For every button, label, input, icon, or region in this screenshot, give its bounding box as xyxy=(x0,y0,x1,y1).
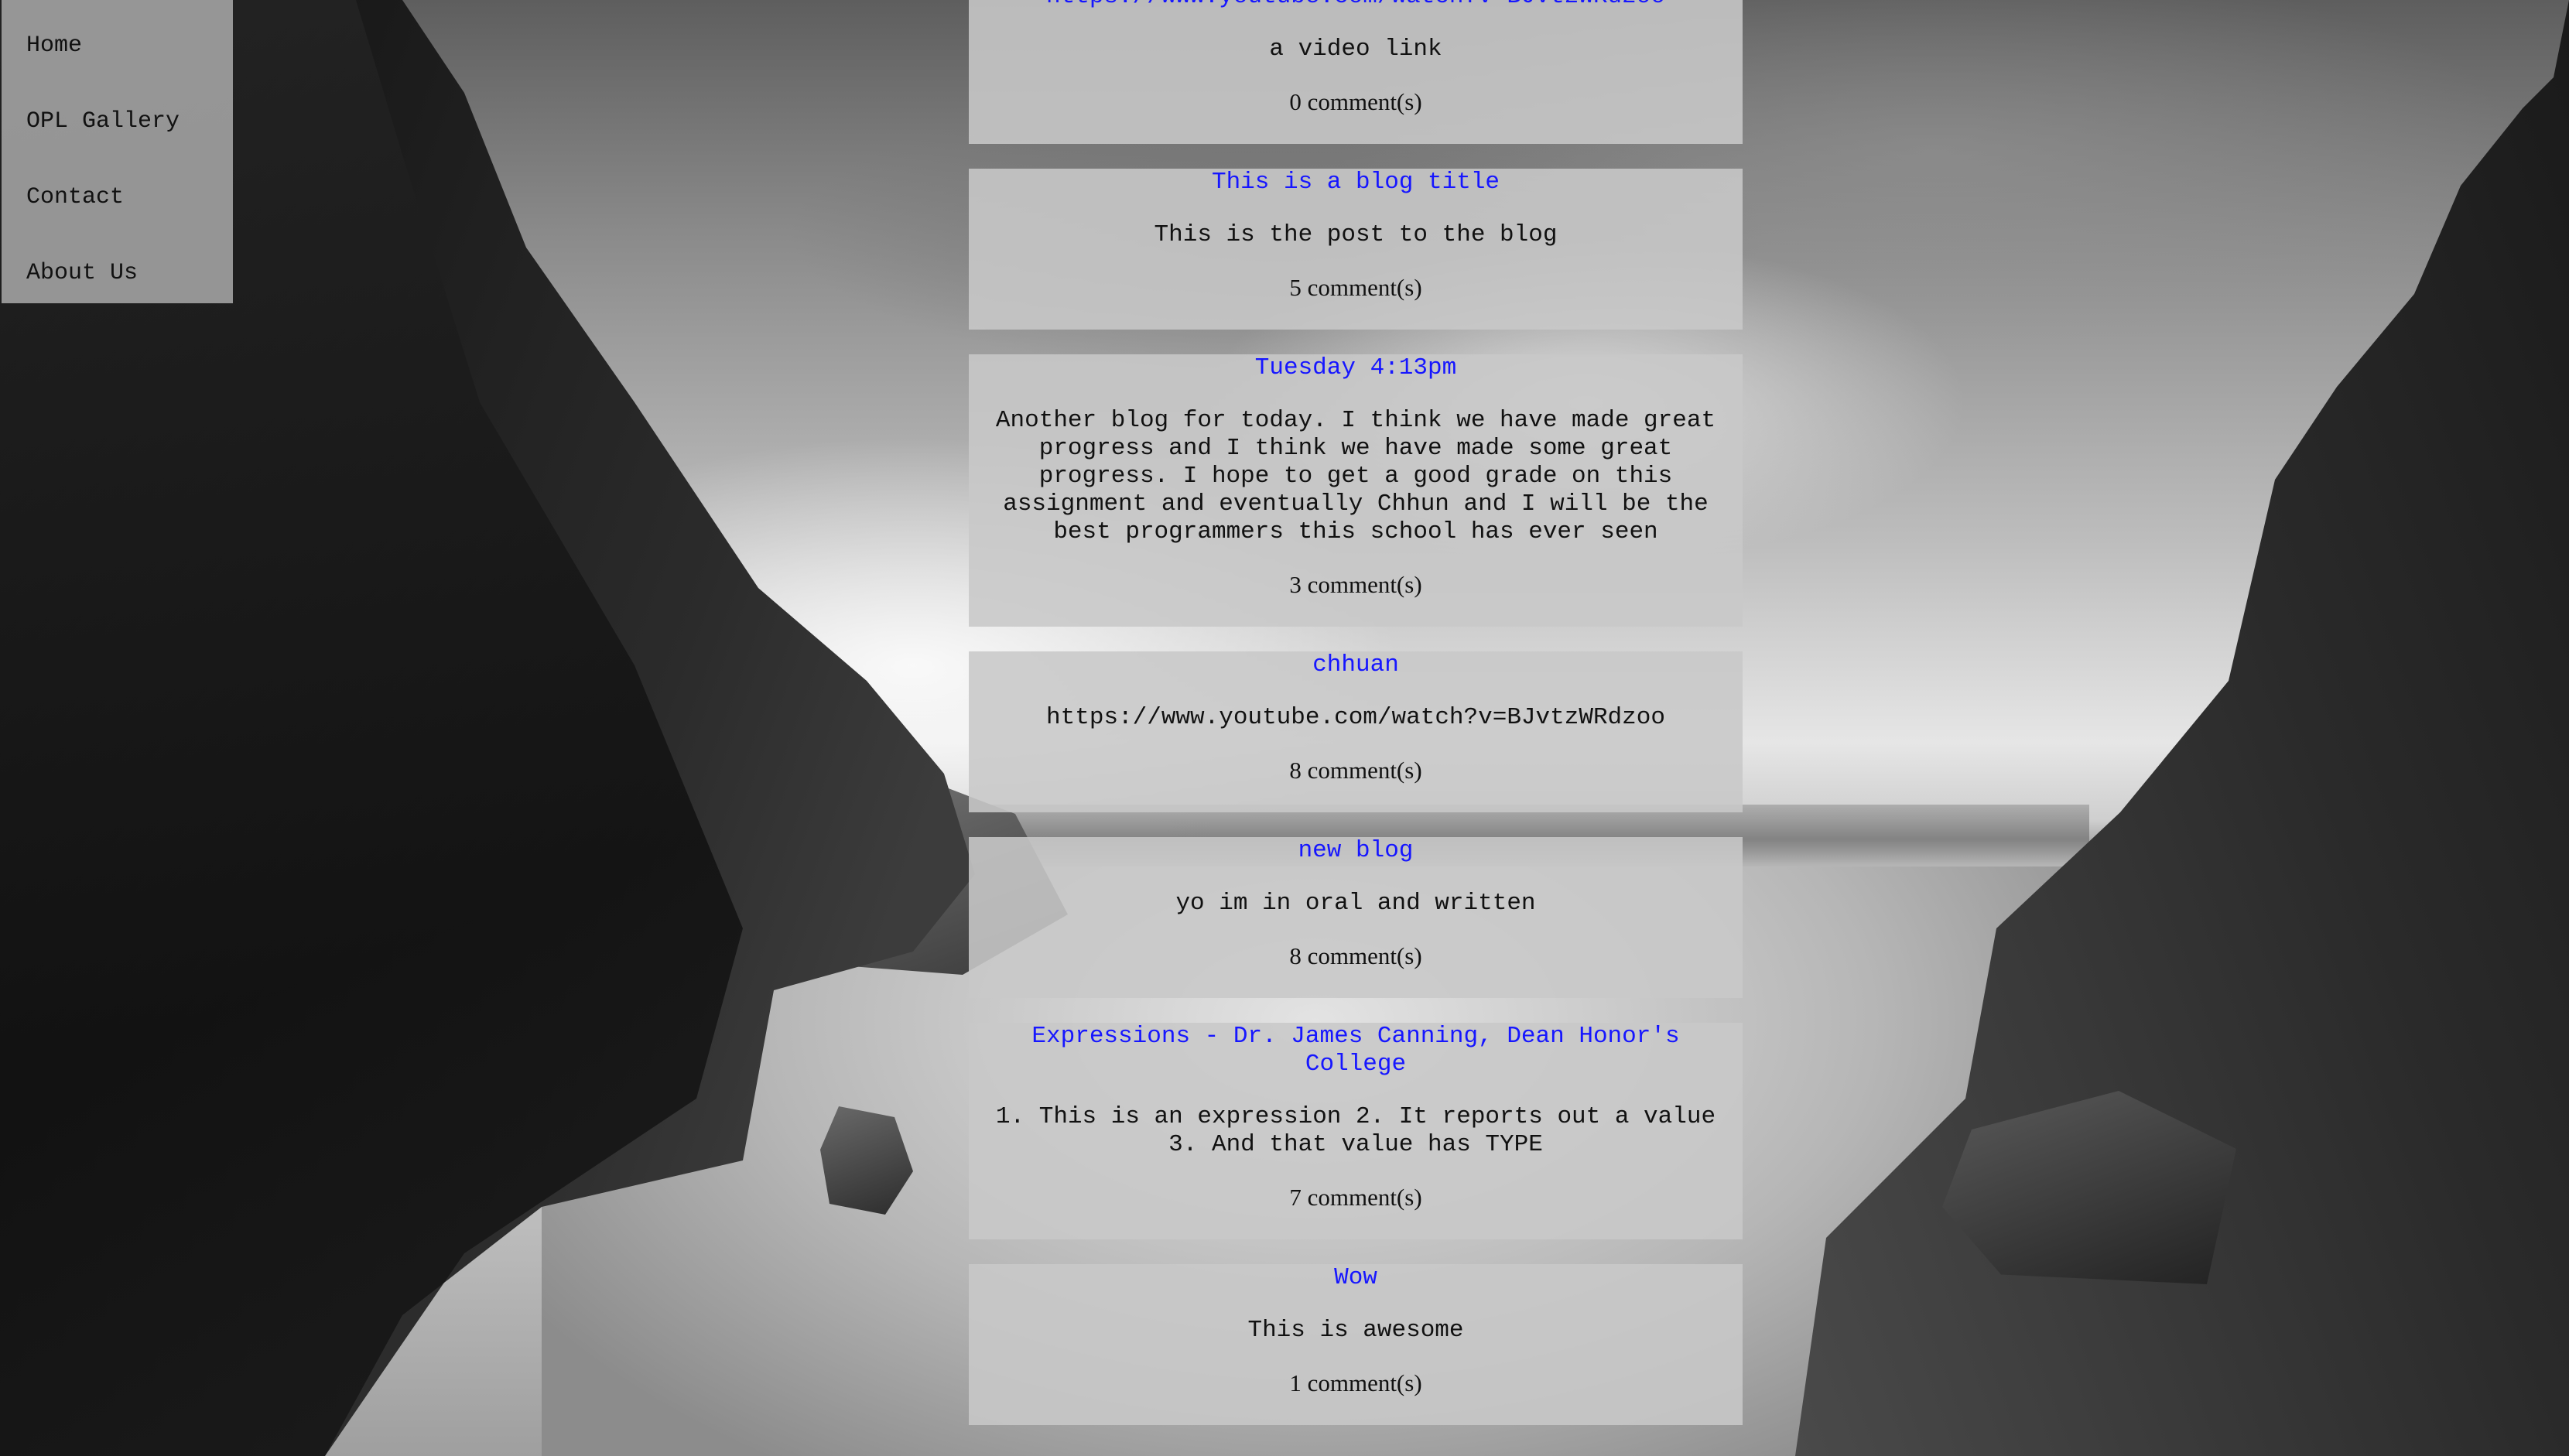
blog-post: Expressions - Dr. James Canning, Dean Ho… xyxy=(969,1023,1743,1239)
post-body: This is the post to the blog xyxy=(1154,221,1558,248)
post-body: 1. This is an expression 2. It reports o… xyxy=(995,1103,1716,1158)
nav-item-about-us[interactable]: About Us xyxy=(2,258,233,288)
post-title-link[interactable]: This is a blog title xyxy=(981,169,1730,197)
post-title-link[interactable]: Expressions - Dr. James Canning, Dean Ho… xyxy=(981,1023,1730,1078)
blog-post: https://www.youtube.com/watch?v=BJvtzWRd… xyxy=(969,0,1743,144)
post-comment-count[interactable]: 5 comment(s) xyxy=(981,274,1730,330)
nav-menu: Home OPL Gallery Contact About Us xyxy=(2,0,233,303)
blog-feed: https://www.youtube.com/watch?v=BJvtzWRd… xyxy=(969,0,1743,1450)
blog-post: This is a blog title This is the post to… xyxy=(969,169,1743,330)
post-title-link[interactable]: https://www.youtube.com/watch?v=BJvtzWRd… xyxy=(981,0,1730,11)
post-title-link[interactable]: Tuesday 4:13pm xyxy=(981,354,1730,382)
post-comment-count[interactable]: 8 comment(s) xyxy=(981,757,1730,812)
post-comment-count[interactable]: 8 comment(s) xyxy=(981,942,1730,998)
blog-post: new blog yo im in oral and written 8 com… xyxy=(969,837,1743,998)
nav-item-home[interactable]: Home xyxy=(2,31,233,60)
post-comment-count[interactable]: 3 comment(s) xyxy=(981,571,1730,627)
post-body: a video link xyxy=(1269,36,1442,63)
post-body: This is awesome xyxy=(1247,1317,1464,1344)
post-comment-count[interactable]: 0 comment(s) xyxy=(981,88,1730,144)
blog-post: Tuesday 4:13pm Another blog for today. I… xyxy=(969,354,1743,627)
post-body: yo im in oral and written xyxy=(1175,890,1536,917)
post-comment-count[interactable]: 1 comment(s) xyxy=(981,1369,1730,1425)
blog-post: Wow This is awesome 1 comment(s) xyxy=(969,1264,1743,1425)
post-title-link[interactable]: new blog xyxy=(981,837,1730,865)
nav-item-opl-gallery[interactable]: OPL Gallery xyxy=(2,107,233,136)
post-comment-count[interactable]: 7 comment(s) xyxy=(981,1184,1730,1239)
post-body: https://www.youtube.com/watch?v=BJvtzWRd… xyxy=(1046,704,1665,731)
post-title-link[interactable]: Wow xyxy=(981,1264,1730,1292)
post-body: Another blog for today. I think we have … xyxy=(995,407,1716,545)
post-title-link[interactable]: chhuan xyxy=(981,651,1730,679)
blog-post: chhuan https://www.youtube.com/watch?v=B… xyxy=(969,651,1743,812)
nav-item-contact[interactable]: Contact xyxy=(2,183,233,212)
